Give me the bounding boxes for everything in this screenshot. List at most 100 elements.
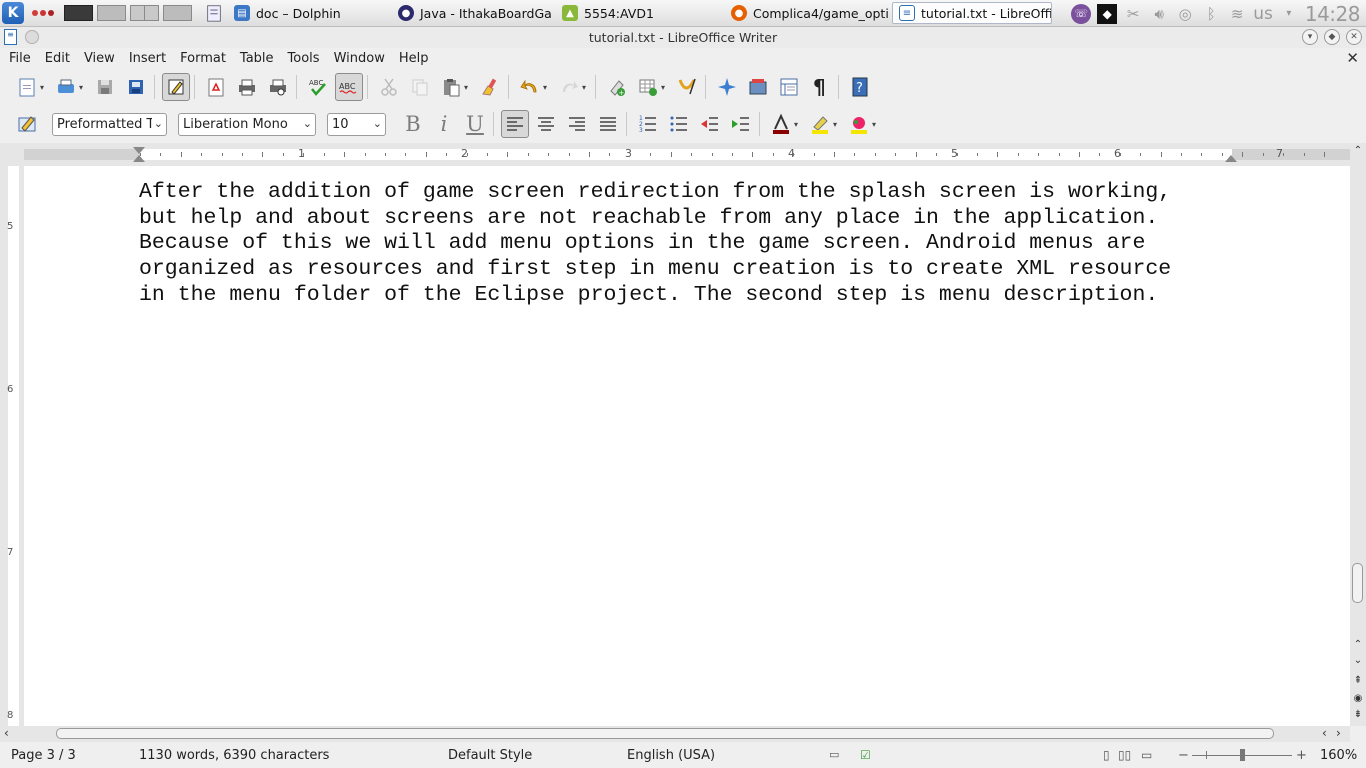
open-print-icon[interactable] [52, 73, 80, 101]
page-style[interactable]: Default Style [448, 748, 532, 763]
zoom-level[interactable]: 160% [1320, 748, 1357, 763]
wifi-icon[interactable]: ≋ [1227, 4, 1247, 24]
next-page-icon[interactable]: ⇟ [1350, 709, 1366, 720]
background-color-icon[interactable] [845, 110, 873, 138]
bullet-list-icon[interactable] [665, 110, 693, 138]
styles-formatting-icon[interactable] [13, 110, 41, 138]
paste-icon[interactable] [437, 73, 465, 101]
clipboard-icon[interactable] [204, 0, 224, 26]
page-indicator[interactable]: Page 3 / 3 [11, 748, 76, 763]
window-titlebar[interactable]: ≡ tutorial.txt - LibreOffice Writer ▾ ◆ … [0, 27, 1366, 48]
italic-button[interactable]: i [430, 110, 458, 138]
undo-icon[interactable] [516, 73, 544, 101]
print-preview-icon[interactable] [264, 73, 292, 101]
horizontal-ruler[interactable]: 1 2 3 4 5 6 7 [0, 143, 1350, 166]
previous-page-icon[interactable]: ⇞ [1350, 675, 1366, 686]
writer-app-icon[interactable]: ≡ [4, 29, 17, 45]
formatting-marks-icon[interactable]: ¶ [806, 73, 834, 101]
scroll-up-icon[interactable]: ⌃ [1350, 639, 1366, 650]
menu-edit[interactable]: Edit [38, 51, 77, 66]
first-indent-marker[interactable] [133, 147, 145, 154]
virtual-desktop-4[interactable] [163, 5, 192, 21]
font-size-select[interactable]: 10 ⌄ [327, 112, 386, 136]
zoom-slider-knob[interactable] [1240, 749, 1245, 761]
copy-icon[interactable] [406, 73, 434, 101]
menu-window[interactable]: Window [327, 51, 392, 66]
menu-tools[interactable]: Tools [281, 51, 327, 66]
redo-icon[interactable] [555, 73, 583, 101]
tray-expand-icon[interactable]: ▾ [1279, 4, 1299, 24]
help-icon[interactable]: ? [846, 73, 874, 101]
vertical-scrollbar[interactable]: ⌃ ⌃ ⌄ ⇞ ◉ ⇟ [1350, 143, 1366, 726]
new-dropdown-icon[interactable]: ▾ [40, 83, 49, 92]
export-pdf-icon[interactable] [202, 73, 230, 101]
zoom-slider[interactable] [1192, 749, 1292, 761]
align-right-icon[interactable] [563, 110, 591, 138]
close-window-icon[interactable]: ✕ [1346, 29, 1362, 45]
scissors-icon[interactable]: ✂ [1123, 4, 1143, 24]
viber-icon[interactable]: ☏ [1071, 3, 1092, 24]
horizontal-scrollbar[interactable]: ‹ ‹ › [0, 726, 1350, 742]
spellcheck-icon[interactable]: ABC [304, 73, 332, 101]
font-name-select[interactable]: Liberation Mono ⌄ [178, 112, 316, 136]
insert-table-icon[interactable] [634, 73, 662, 101]
print-icon[interactable] [233, 73, 261, 101]
menu-insert[interactable]: Insert [122, 51, 173, 66]
table-dropdown-icon[interactable]: ▾ [661, 83, 670, 92]
task-libreoffice[interactable]: ≡ tutorial.txt - LibreOffic [892, 2, 1052, 24]
book-view-icon[interactable]: ▭ [1141, 748, 1152, 762]
bold-button[interactable]: B [399, 110, 427, 138]
task-firefox[interactable]: ● Complica4/game_optio [725, 2, 888, 24]
task-eclipse[interactable]: ● Java - IthakaBoardGam [392, 2, 552, 24]
vertical-scroll-thumb[interactable] [1352, 563, 1363, 603]
multi-page-view-icon[interactable]: ▯▯ [1118, 748, 1131, 762]
selection-mode-icon[interactable]: ▭ [829, 748, 839, 761]
clock[interactable]: 14:28 [1305, 2, 1361, 26]
redo-dropdown-icon[interactable]: ▾ [582, 83, 591, 92]
save-as-icon[interactable] [122, 73, 150, 101]
undo-dropdown-icon[interactable]: ▾ [543, 83, 552, 92]
new-document-icon[interactable] [13, 73, 41, 101]
maximize-icon[interactable]: ◆ [1324, 29, 1340, 45]
menu-view[interactable]: View [77, 51, 122, 66]
horizontal-scroll-thumb[interactable] [56, 728, 1274, 739]
window-menu-dots[interactable] [32, 10, 54, 16]
align-left-icon[interactable] [501, 110, 529, 138]
document-page[interactable]: After the addition of game screen redire… [24, 166, 1350, 726]
numbered-list-icon[interactable]: 123 [634, 110, 662, 138]
network-icon[interactable]: ◎ [1175, 4, 1195, 24]
close-document-icon[interactable]: ✕ [1346, 49, 1359, 67]
scroll-left-icon[interactable]: ‹ [4, 726, 9, 740]
increase-indent-icon[interactable] [727, 110, 755, 138]
align-center-icon[interactable] [532, 110, 560, 138]
edit-mode-icon[interactable] [162, 73, 190, 101]
scroll-up-icon[interactable]: ⌃ [1350, 145, 1366, 156]
underline-button[interactable]: U [461, 110, 489, 138]
keyboard-layout[interactable]: us [1253, 4, 1273, 24]
data-sources-icon[interactable] [775, 73, 803, 101]
cut-icon[interactable] [375, 73, 403, 101]
highlight-dropdown-icon[interactable]: ▾ [833, 120, 842, 129]
pin-icon[interactable] [25, 30, 39, 44]
menu-format[interactable]: Format [173, 51, 233, 66]
left-indent-marker[interactable] [133, 155, 145, 162]
open-dropdown-icon[interactable]: ▾ [79, 83, 88, 92]
scroll-right-icon[interactable]: › [1336, 726, 1341, 740]
bluetooth-icon[interactable]: ᛒ [1201, 4, 1221, 24]
document-text[interactable]: After the addition of game screen redire… [139, 180, 1249, 309]
text-language[interactable]: English (USA) [627, 748, 715, 763]
virtual-desktop-2[interactable] [97, 5, 126, 21]
vertical-ruler[interactable]: 5 6 7 8 [0, 166, 24, 726]
menu-file[interactable]: File [0, 51, 38, 66]
menu-table[interactable]: Table [233, 51, 281, 66]
virtual-desktop-3[interactable] [130, 5, 159, 21]
navigator-icon[interactable] [713, 73, 741, 101]
virtual-desktop-1[interactable] [64, 5, 93, 21]
minimize-icon[interactable]: ▾ [1302, 29, 1318, 45]
right-indent-marker[interactable] [1225, 155, 1237, 162]
menu-help[interactable]: Help [392, 51, 436, 66]
decrease-indent-icon[interactable] [696, 110, 724, 138]
document-modified-icon[interactable]: ☑ [860, 748, 871, 762]
font-color-icon[interactable] [767, 110, 795, 138]
justify-icon[interactable] [594, 110, 622, 138]
